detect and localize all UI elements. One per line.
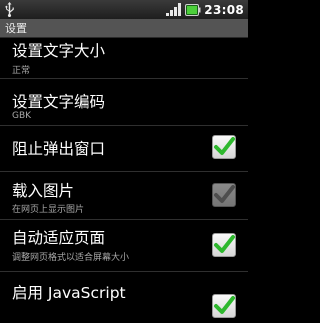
status-bar: 23:08 <box>0 0 248 19</box>
signal-icon <box>166 3 182 16</box>
pref-title: 阻止弹出窗口 <box>12 140 106 158</box>
pref-title: 设置文字大小 <box>12 42 106 60</box>
checkmark-icon <box>214 235 235 253</box>
clock: 23:08 <box>204 2 244 17</box>
pref-block-popups[interactable]: 阻止弹出窗口 <box>0 126 248 172</box>
pref-title: 启用 JavaScript <box>12 284 126 302</box>
checkmark-icon <box>214 185 235 203</box>
checkmark-icon <box>214 296 235 314</box>
pref-text-size[interactable]: 设置文字大小 正常 <box>0 38 248 79</box>
block-popups-checkbox[interactable] <box>212 135 236 159</box>
pref-load-images[interactable]: 载入图片 在网页上显示图片 <box>0 172 248 220</box>
status-left <box>4 2 15 17</box>
title-bar: 设置 <box>0 19 248 38</box>
load-images-checkbox[interactable] <box>212 183 236 207</box>
javascript-checkbox[interactable] <box>212 294 236 318</box>
preference-list: 设置文字大小 正常 设置文字编码 GBK 阻止弹出窗口 载入图片 在网页上显示图… <box>0 38 248 323</box>
pref-title: 载入图片 <box>12 182 75 200</box>
pref-summary: 正常 <box>12 66 31 76</box>
pref-auto-fit[interactable]: 自动适应页面 调整网页格式以适合屏幕大小 <box>0 220 248 272</box>
auto-fit-checkbox[interactable] <box>212 233 236 257</box>
pref-title: 自动适应页面 <box>12 229 106 247</box>
usb-icon <box>4 2 15 17</box>
pref-summary: 调整网页格式以适合屏幕大小 <box>12 253 130 263</box>
pref-text-encoding[interactable]: 设置文字编码 GBK <box>0 79 248 126</box>
battery-icon <box>185 3 201 17</box>
status-right: 23:08 <box>166 3 244 17</box>
page-title: 设置 <box>5 22 27 35</box>
pref-title: 设置文字编码 <box>12 93 106 111</box>
pref-enable-javascript[interactable]: 启用 JavaScript <box>0 272 248 323</box>
pref-summary: GBK <box>12 111 32 121</box>
checkmark-icon <box>214 137 235 155</box>
pref-summary: 在网页上显示图片 <box>12 205 85 215</box>
